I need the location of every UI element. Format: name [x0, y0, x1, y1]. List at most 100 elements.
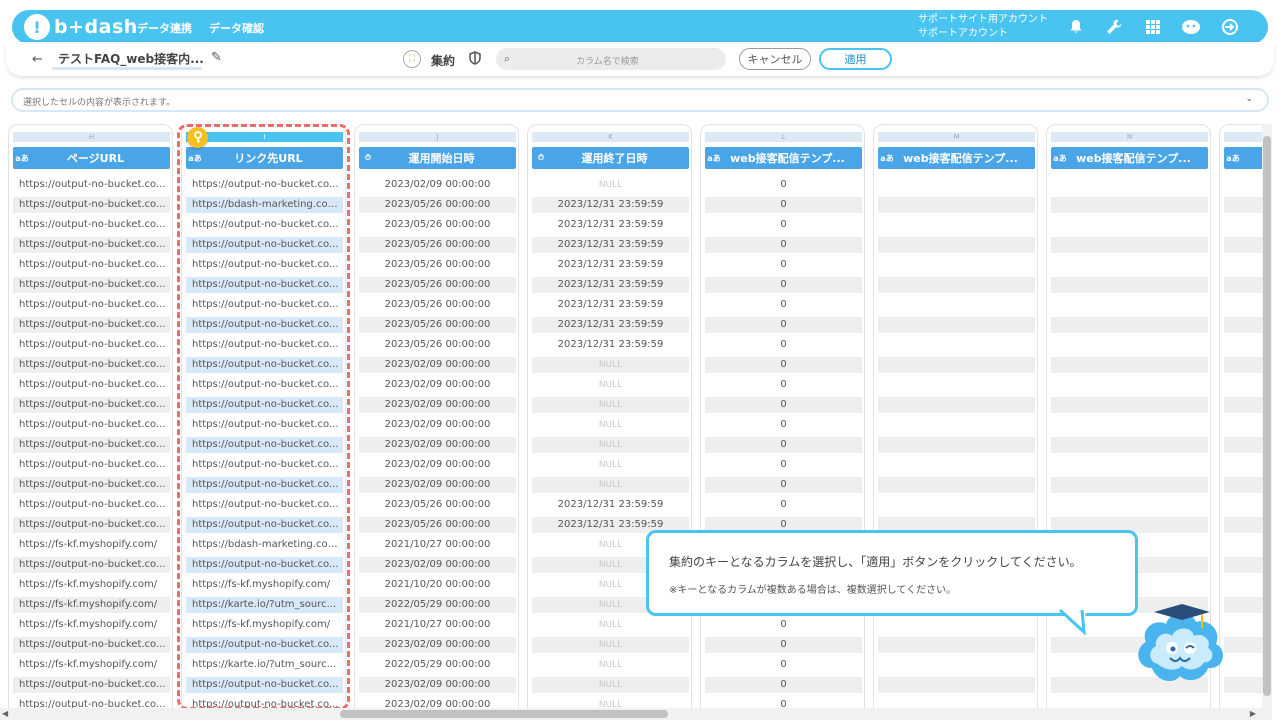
table-cell[interactable]: 2023/02/09 00:00:00	[359, 357, 516, 373]
table-cell[interactable]: https://output-no-bucket.co...	[186, 297, 343, 313]
table-cell[interactable]: https://output-no-bucket.co...	[186, 317, 343, 333]
table-cell[interactable]: 2021/10/27 00:00:00	[359, 617, 516, 633]
table-cell[interactable]	[878, 257, 1035, 273]
column-header[interactable]: aあ リンク先URL	[186, 147, 343, 169]
nav-data-integration[interactable]: データ連携	[137, 20, 192, 36]
table-cell[interactable]: 2023/02/09 00:00:00	[359, 477, 516, 493]
column-H[interactable]: Haあ ページURL https://output-no-bucket.co... h…	[8, 124, 173, 708]
table-cell[interactable]: NULL	[532, 177, 689, 193]
table-cell[interactable]: https://output-no-bucket.co...	[13, 357, 170, 373]
column-header[interactable]: aあ ページURL	[13, 147, 170, 169]
column-header[interactable]: ⏱ 運用終了日時	[532, 147, 689, 169]
shield-help-icon[interactable]	[469, 51, 481, 69]
table-cell[interactable]: 0	[705, 197, 862, 213]
table-cell[interactable]: 2023/05/26 00:00:00	[359, 257, 516, 273]
table-cell[interactable]: 2023/02/09 00:00:00	[359, 457, 516, 473]
table-cell[interactable]: NULL	[532, 437, 689, 453]
table-cell[interactable]: https://output-no-bucket.co...	[13, 677, 170, 693]
table-cell[interactable]: 2023/05/26 00:00:00	[359, 317, 516, 333]
table-cell[interactable]: 0	[705, 657, 862, 673]
table-cell[interactable]	[878, 277, 1035, 293]
table-cell[interactable]: https://output-no-bucket.co...	[186, 677, 343, 693]
wrench-icon[interactable]	[1104, 17, 1124, 37]
table-cell[interactable]: 0	[705, 497, 862, 513]
table-cell[interactable]: 0	[705, 677, 862, 693]
column-M[interactable]: Maあ web接客配信テンプ...	[873, 124, 1038, 708]
column-letter[interactable]: N	[1051, 132, 1208, 142]
table-cell[interactable]: 0	[705, 177, 862, 193]
table-cell[interactable]: https://output-no-bucket.co...	[186, 277, 343, 293]
table-cell[interactable]: https://fs-kf.myshopify.com/	[13, 657, 170, 673]
scroll-left-arrow-icon[interactable]: ◀	[2, 709, 8, 718]
table-cell[interactable]: NULL	[532, 417, 689, 433]
table-cell[interactable]	[878, 457, 1035, 473]
table-cell[interactable]	[878, 637, 1035, 653]
column-I[interactable]: Iaあ リンク先URL https://output-no-bucket.co...…	[181, 124, 346, 708]
column-letter[interactable]: M	[878, 132, 1035, 142]
table-cell[interactable]	[1051, 277, 1208, 293]
table-cell[interactable]: 2023/12/31 23:59:59	[532, 257, 689, 273]
table-cell[interactable]: https://fs-kf.myshopify.com/	[13, 577, 170, 593]
table-cell[interactable]	[1051, 297, 1208, 313]
table-cell[interactable]: https://output-no-bucket.co...	[186, 637, 343, 653]
table-cell[interactable]: 2023/02/09 00:00:00	[359, 697, 516, 708]
table-cell[interactable]: 0	[705, 317, 862, 333]
table-cell[interactable]: https://output-no-bucket.co...	[13, 417, 170, 433]
table-cell[interactable]: 2023/02/09 00:00:00	[359, 557, 516, 573]
table-cell[interactable]: 2023/12/31 23:59:59	[532, 197, 689, 213]
table-cell[interactable]: 2022/05/29 00:00:00	[359, 597, 516, 613]
pencil-edit-icon[interactable]: ✎	[211, 50, 222, 65]
table-cell[interactable]: 2023/05/26 00:00:00	[359, 197, 516, 213]
table-cell[interactable]: https://fs-kf.myshopify.com/	[13, 537, 170, 553]
table-cell[interactable]	[1051, 397, 1208, 413]
table-cell[interactable]	[1051, 317, 1208, 333]
table-cell[interactable]: 0	[705, 217, 862, 233]
table-cell[interactable]: NULL	[532, 697, 689, 708]
table-cell[interactable]: https://output-no-bucket.co...	[186, 497, 343, 513]
table-cell[interactable]: 0	[705, 257, 862, 273]
table-cell[interactable]: 2023/05/26 00:00:00	[359, 517, 516, 533]
table-cell[interactable]: https://output-no-bucket.co...	[13, 497, 170, 513]
vertical-scrollbar[interactable]	[1262, 124, 1272, 708]
table-cell[interactable]: 2023/05/26 00:00:00	[359, 237, 516, 253]
table-cell[interactable]: https://output-no-bucket.co...	[186, 697, 343, 708]
table-name[interactable]: テストFAQ_web接客内...	[58, 50, 204, 67]
table-cell[interactable]: https://output-no-bucket.co...	[186, 477, 343, 493]
cell-preview-bar[interactable]: 選択したセルの内容が表示されます。 ⌄	[11, 88, 1269, 112]
apply-button[interactable]: 適用	[819, 48, 892, 70]
table-cell[interactable]: 0	[705, 437, 862, 453]
table-cell[interactable]: https://output-no-bucket.co...	[186, 357, 343, 373]
table-cell[interactable]: https://bdash-marketing.com...	[186, 197, 343, 213]
table-cell[interactable]	[1051, 377, 1208, 393]
table-cell[interactable]	[1051, 417, 1208, 433]
table-cell[interactable]: 0	[705, 417, 862, 433]
table-cell[interactable]: https://output-no-bucket.co...	[13, 457, 170, 473]
table-cell[interactable]: https://output-no-bucket.co...	[186, 517, 343, 533]
table-cell[interactable]	[1051, 357, 1208, 373]
horizontal-scrollbar[interactable]: ◀ ▶	[0, 708, 1272, 720]
table-cell[interactable]: https://output-no-bucket.co...	[186, 237, 343, 253]
table-cell[interactable]: 0	[705, 237, 862, 253]
table-cell[interactable]: 0	[705, 617, 862, 633]
table-cell[interactable]: 0	[705, 477, 862, 493]
table-cell[interactable]: https://output-no-bucket.co...	[186, 417, 343, 433]
bdash-logo[interactable]: ! b+dash	[24, 14, 138, 40]
cancel-button[interactable]: キャンセル	[739, 48, 811, 70]
table-cell[interactable]: https://output-no-bucket.co...	[13, 377, 170, 393]
table-cell[interactable]	[1051, 477, 1208, 493]
table-cell[interactable]: 2023/05/26 00:00:00	[359, 297, 516, 313]
table-cell[interactable]: 2023/05/26 00:00:00	[359, 337, 516, 353]
table-cell[interactable]: https://fs-kf.myshopify.com/	[13, 617, 170, 633]
table-cell[interactable]: https://output-no-bucket.co...	[13, 237, 170, 253]
table-cell[interactable]	[1051, 337, 1208, 353]
table-cell[interactable]: https://fs-kf.myshopify.com/	[186, 617, 343, 633]
table-cell[interactable]	[1051, 497, 1208, 513]
table-cell[interactable]	[878, 237, 1035, 253]
table-cell[interactable]	[1051, 257, 1208, 273]
horizontal-scroll-thumb[interactable]	[340, 710, 668, 718]
chevron-down-icon[interactable]: ⌄	[1245, 94, 1253, 104]
table-cell[interactable]: NULL	[532, 657, 689, 673]
table-cell[interactable]: https://bdash-marketing.com...	[186, 537, 343, 553]
table-cell[interactable]	[878, 617, 1035, 633]
table-cell[interactable]: 2021/10/20 00:00:00	[359, 577, 516, 593]
